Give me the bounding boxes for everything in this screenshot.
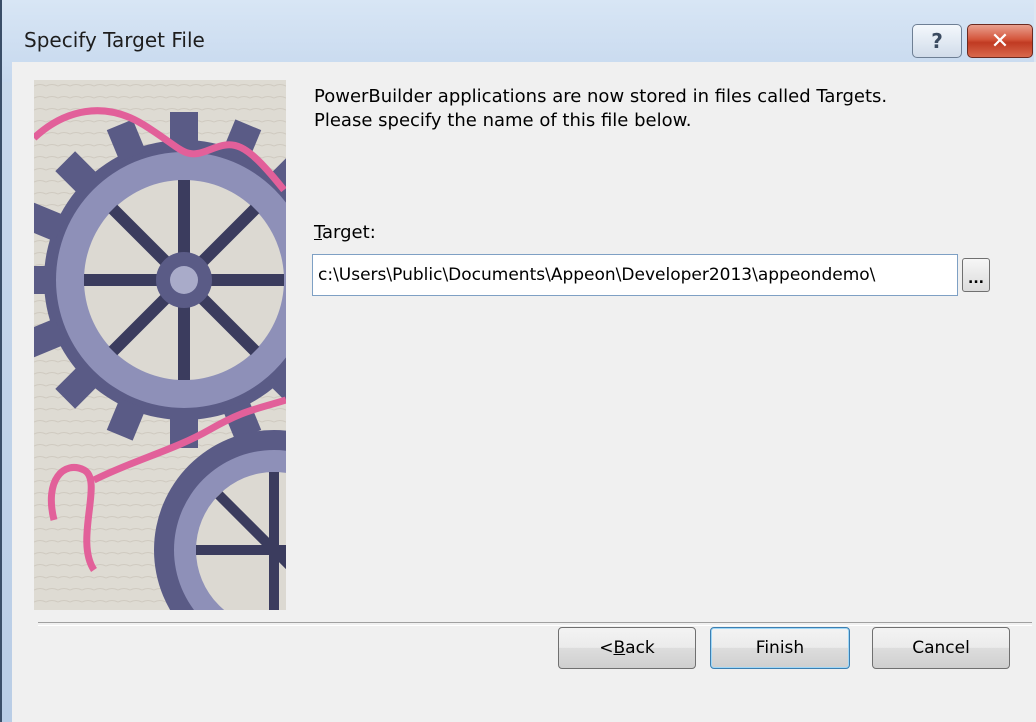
dialog-window: Specify Target File ? ✕ PowerBuilder app… [0,0,1036,722]
back-button[interactable]: < Back [558,627,696,669]
help-button[interactable]: ? [912,24,962,58]
back-button-label: ack [625,638,655,658]
intro-text-line-2: Please specify the name of this file bel… [314,110,692,131]
finish-button[interactable]: Finish [710,627,850,669]
cancel-button[interactable]: Cancel [872,627,1010,669]
target-label-text: arget: [322,222,376,243]
button-divider [38,622,1032,626]
target-label-accelerator: T [314,222,323,243]
close-icon: ✕ [990,28,1010,54]
target-input[interactable] [312,254,958,296]
back-button-accelerator: B [613,638,626,658]
close-button[interactable]: ✕ [967,24,1033,58]
intro-text-line-1: PowerBuilder applications are now stored… [314,86,888,107]
help-icon: ? [931,29,943,53]
gears-illustration [34,80,286,610]
target-label: Target: [314,222,376,243]
browse-button[interactable]: ... [962,258,990,292]
window-title: Specify Target File [24,28,205,52]
browse-ellipsis-icon: ... [968,271,984,287]
dialog-content: PowerBuilder applications are now stored… [12,62,1036,722]
back-button-prefix: < [599,638,614,658]
